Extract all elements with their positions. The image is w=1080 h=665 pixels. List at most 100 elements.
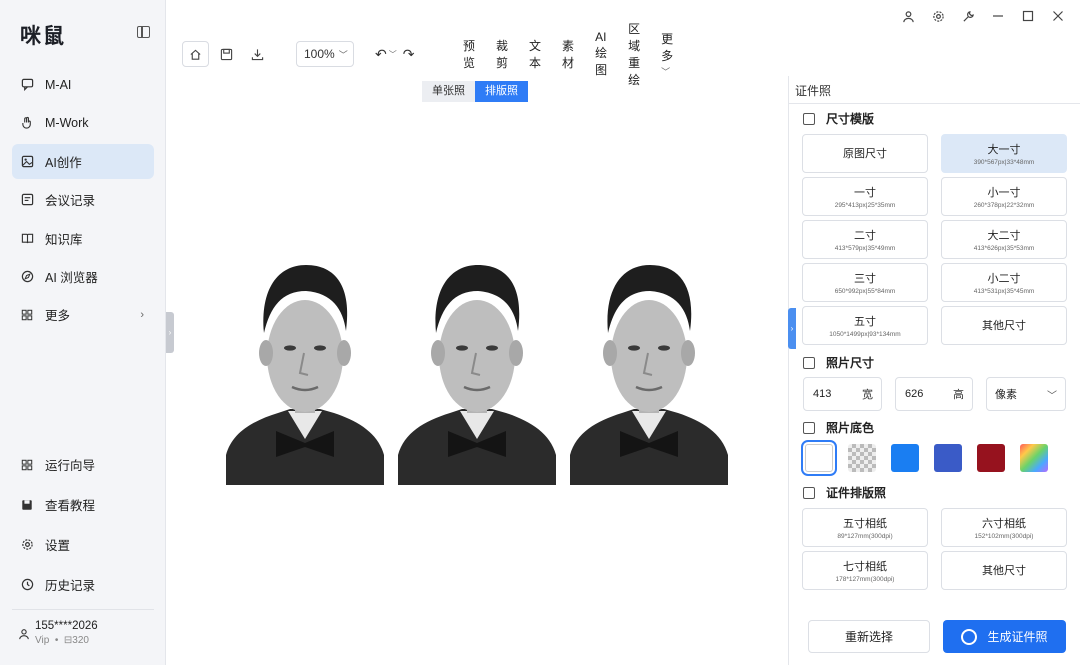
chevron-down-icon[interactable]: ﹀ xyxy=(389,49,397,60)
bg-swatch-white[interactable] xyxy=(801,440,837,476)
width-unit: 宽 xyxy=(862,389,873,401)
home-button[interactable] xyxy=(182,41,209,67)
tab-id-photo[interactable]: 证件照 xyxy=(795,82,831,99)
background-color-section: 照片底色 xyxy=(803,419,874,436)
sidebar-item-meeting[interactable]: 会议记录 xyxy=(12,182,154,217)
layout-option-5inch-paper[interactable]: 五寸相纸 89*127mm(300dpi) xyxy=(802,508,928,547)
size-option-3inch[interactable]: 三寸 650*992px|55*84mm xyxy=(802,263,928,302)
layout-option-6inch-paper[interactable]: 六寸相纸 152*102mm(300dpi) xyxy=(941,508,1067,547)
sidebar-item-settings[interactable]: 设置 xyxy=(12,527,154,562)
size-label: 其他尺寸 xyxy=(982,320,1026,332)
menu-ai-draw[interactable]: AI绘图 xyxy=(595,30,607,78)
menu-crop[interactable]: 裁剪 xyxy=(496,37,508,71)
window-controls xyxy=(900,8,1066,24)
unit-select[interactable]: 像素 ﹀ xyxy=(986,377,1066,411)
compass-icon xyxy=(20,269,34,283)
wrench-icon[interactable] xyxy=(960,8,976,24)
download-icon xyxy=(251,48,264,60)
sidebar-item-m-ai[interactable]: M-AI xyxy=(12,67,154,102)
size-option-2inch[interactable]: 二寸 413*579px|35*49mm xyxy=(802,220,928,259)
editor-toolbar: 100% ﹀ ↶ ﹀ ↷ 预览 裁剪 文本 素材 AI绘图 区域重绘 更多 ﹀ xyxy=(182,22,673,87)
zoom-select[interactable]: 100% ﹀ xyxy=(296,41,354,67)
bg-swatch-blue[interactable] xyxy=(891,444,919,472)
sidebar-item-label: 知识库 xyxy=(45,232,83,247)
sidebar-item-m-work[interactable]: M-Work xyxy=(12,105,154,140)
bg-swatch-dark-blue[interactable] xyxy=(934,444,962,472)
sidebar-bottom-nav: 运行向导 查看教程 设置 历史记录 xyxy=(12,447,154,607)
save-icon xyxy=(20,498,34,512)
size-spec: 295*413px|25*35mm xyxy=(834,202,896,209)
sidebar-item-more[interactable]: 更多 › xyxy=(12,297,154,332)
image-icon xyxy=(20,154,34,168)
size-option-large-1inch[interactable]: 大一寸 390*567px|33*48mm xyxy=(941,134,1067,173)
sidebar-item-ai-create[interactable]: AI创作 xyxy=(12,143,154,179)
size-option-small-1inch[interactable]: 小一寸 260*378px|22*32mm xyxy=(941,177,1067,216)
size-option-other[interactable]: 其他尺寸 xyxy=(941,306,1067,345)
sidebar: 咪鼠 M-AI M-Work AI创作 会议记录 知识库 AI 浏览器 更多 ›… xyxy=(0,0,166,665)
bg-swatch-red[interactable] xyxy=(977,444,1005,472)
tab-layout-photo[interactable]: 排版照 xyxy=(475,81,528,102)
sidebar-item-tutorial[interactable]: 查看教程 xyxy=(12,487,154,522)
reselect-button[interactable]: 重新选择 xyxy=(808,620,930,653)
sidebar-item-label: M-Work xyxy=(45,115,89,130)
size-label: 大二寸 xyxy=(987,230,1021,242)
download-button[interactable] xyxy=(244,41,271,67)
maximize-icon[interactable] xyxy=(1020,8,1036,24)
sidebar-item-guide[interactable]: 运行向导 xyxy=(12,447,154,482)
menu-text[interactable]: 文本 xyxy=(529,37,541,71)
menu-inpaint[interactable]: 区域重绘 xyxy=(628,20,640,88)
layout-label: 六寸相纸 xyxy=(982,518,1026,530)
save-button[interactable] xyxy=(213,41,240,67)
size-option-large-2inch[interactable]: 大二寸 413*626px|35*53mm xyxy=(941,220,1067,259)
tab-single-photo[interactable]: 单张照 xyxy=(422,81,475,102)
sidebar-item-browser[interactable]: AI 浏览器 xyxy=(12,259,154,294)
user-icon xyxy=(18,628,30,643)
note-icon xyxy=(20,193,34,207)
left-panel-toggle[interactable]: › xyxy=(166,312,174,353)
size-option-original[interactable]: 原图尺寸 xyxy=(802,134,928,173)
zoom-value: 100% xyxy=(304,47,335,61)
size-label: 小一寸 xyxy=(987,187,1021,199)
user-profile[interactable]: 155****2026 Vip • ⊟320 xyxy=(12,609,154,646)
bg-swatch-transparent[interactable] xyxy=(848,444,876,472)
menu-more-label: 更多 xyxy=(661,32,674,63)
size-option-1inch[interactable]: 一寸 295*413px|25*35mm xyxy=(802,177,928,216)
menu-more[interactable]: 更多 ﹀ xyxy=(661,30,694,78)
right-panel-toggle[interactable]: › xyxy=(788,308,796,349)
size-label: 一寸 xyxy=(854,187,876,199)
layout-option-other[interactable]: 其他尺寸 xyxy=(941,551,1067,590)
size-label: 大一寸 xyxy=(987,144,1021,156)
calendar-icon xyxy=(803,486,815,499)
bg-swatch-custom[interactable] xyxy=(1020,444,1048,472)
user-name: 155****2026 xyxy=(35,620,98,632)
size-option-5inch[interactable]: 五寸 1050*1499px|93*134mm xyxy=(802,306,928,345)
settings-icon[interactable] xyxy=(930,8,946,24)
sidebar-item-knowledge[interactable]: 知识库 xyxy=(12,221,154,256)
book-icon xyxy=(20,231,34,245)
grid-icon xyxy=(20,308,34,322)
menu-assets[interactable]: 素材 xyxy=(562,37,574,71)
height-input[interactable]: 626 高 xyxy=(895,377,973,411)
undo-icon[interactable]: ↶ xyxy=(375,46,387,63)
size-option-small-2inch[interactable]: 小二寸 413*531px|35*45mm xyxy=(941,263,1067,302)
width-input[interactable]: 413 宽 xyxy=(803,377,882,411)
account-icon[interactable] xyxy=(900,8,916,24)
sidebar-item-label: 会议记录 xyxy=(45,194,96,209)
close-icon[interactable] xyxy=(1050,8,1066,24)
generate-button[interactable]: 生成证件照 xyxy=(943,620,1066,653)
redo-icon[interactable]: ↷ xyxy=(403,46,415,63)
size-label: 三寸 xyxy=(854,273,876,285)
ruler-icon xyxy=(803,356,815,369)
menu-preview[interactable]: 预览 xyxy=(463,37,475,71)
sidebar-collapse-icon[interactable] xyxy=(137,26,150,38)
chevron-down-icon: ﹀ xyxy=(338,49,348,60)
minimize-icon[interactable] xyxy=(990,8,1006,24)
layout-spec: 178*127mm(300dpi) xyxy=(835,576,895,583)
loading-icon xyxy=(961,628,978,645)
size-spec: 390*567px|33*48mm xyxy=(973,159,1035,166)
sidebar-item-label: AI创作 xyxy=(45,155,82,170)
layout-option-7inch-paper[interactable]: 七寸相纸 178*127mm(300dpi) xyxy=(802,551,928,590)
sidebar-item-history[interactable]: 历史记录 xyxy=(12,567,154,602)
section-title: 照片尺寸 xyxy=(826,356,875,370)
width-value: 413 xyxy=(813,388,832,400)
